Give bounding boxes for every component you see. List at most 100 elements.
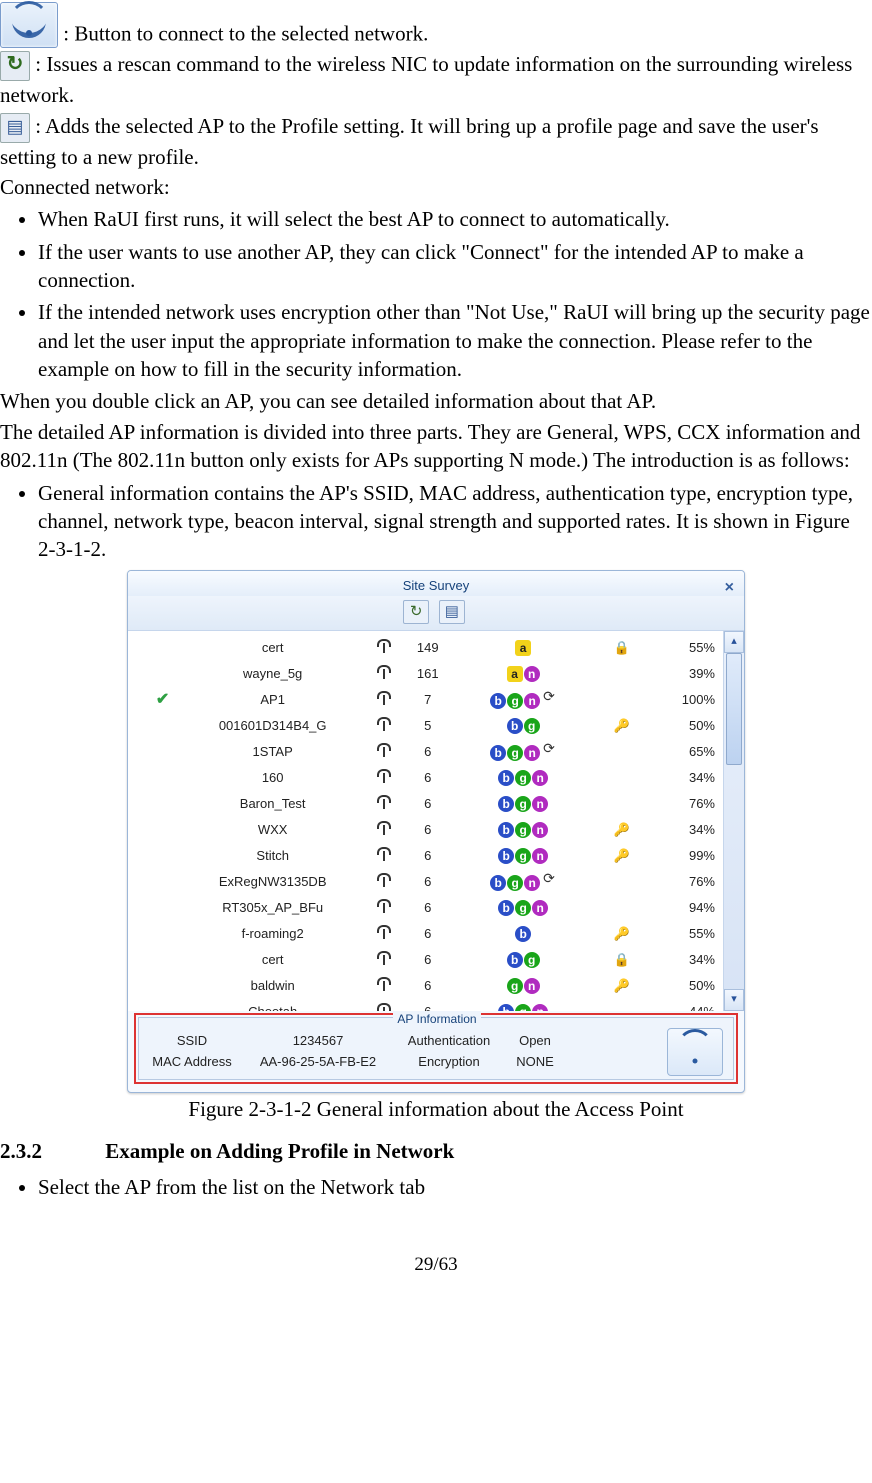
ap-row[interactable]: Cheetah6bgn44% xyxy=(146,999,719,1011)
antenna-icon xyxy=(377,977,391,991)
key-icon: 🔑 xyxy=(614,848,630,863)
wps-icon xyxy=(543,873,557,887)
mode-n-badge: n xyxy=(524,875,540,891)
ap-info-legend: AP Information xyxy=(393,1011,480,1027)
ap-channel: 6 xyxy=(402,817,454,843)
ap-ssid: 1STAP xyxy=(179,739,366,765)
window-title: Site Survey xyxy=(403,578,469,593)
ap-row[interactable]: cert149a🔒55% xyxy=(146,635,719,661)
toolbar-add-profile-button[interactable]: ▤ xyxy=(439,600,465,624)
ap-ssid: WXX xyxy=(179,817,366,843)
ap-modes: b xyxy=(454,921,594,947)
ap-modes: bgn xyxy=(454,765,594,791)
ap-modes: an xyxy=(454,661,594,687)
add-profile-icon xyxy=(0,113,30,143)
connected-bullet-item: If the user wants to use another AP, the… xyxy=(38,238,872,295)
scroll-up-button[interactable]: ▴ xyxy=(724,631,744,653)
ap-row[interactable]: wayne_5g161an39% xyxy=(146,661,719,687)
mode-b-badge: b xyxy=(490,693,506,709)
ap-info-connect-button[interactable] xyxy=(667,1028,723,1076)
ap-channel: 161 xyxy=(402,661,454,687)
auth-label: Authentication xyxy=(399,1032,499,1050)
ap-security: 🔑 xyxy=(593,843,650,869)
ap-signal: 100% xyxy=(650,687,719,713)
mode-b-badge: b xyxy=(507,952,523,968)
ap-ssid: 001601D314B4_G xyxy=(179,713,366,739)
ap-row[interactable]: RT305x_AP_BFu6bgn94% xyxy=(146,895,719,921)
enc-label: Encryption xyxy=(399,1053,499,1071)
antenna-icon xyxy=(377,691,391,705)
mode-n-badge: n xyxy=(524,745,540,761)
ap-row[interactable]: Baron_Test6bgn76% xyxy=(146,791,719,817)
enc-value: NONE xyxy=(505,1053,565,1071)
add-profile-desc: : Adds the selected AP to the Profile se… xyxy=(0,114,819,169)
ap-row[interactable]: 1STAP6bgn65% xyxy=(146,739,719,765)
ap-modes: bg xyxy=(454,947,594,973)
figure-caption: Figure 2-3-1-2 General information about… xyxy=(0,1095,872,1123)
ap-ssid: 160 xyxy=(179,765,366,791)
mode-n-badge: n xyxy=(532,900,548,916)
window-titlebar: Site Survey × xyxy=(128,571,744,597)
scroll-thumb[interactable] xyxy=(726,653,742,765)
antenna-icon xyxy=(377,639,391,653)
ap-row[interactable]: ✔AP17bgn100% xyxy=(146,687,719,713)
ap-ssid: AP1 xyxy=(179,687,366,713)
mode-g-badge: g xyxy=(515,900,531,916)
ap-signal: 76% xyxy=(650,791,719,817)
general-info-item: General information contains the AP's SS… xyxy=(38,479,872,564)
ap-security: 🔒 xyxy=(593,635,650,661)
ap-row[interactable]: f-roaming26b🔑55% xyxy=(146,921,719,947)
scrollbar[interactable]: ▴ ▾ xyxy=(723,631,744,1011)
ap-security xyxy=(593,661,650,687)
ap-modes: bgn xyxy=(454,895,594,921)
ap-security: 🔑 xyxy=(593,713,650,739)
ap-signal: 34% xyxy=(650,947,719,973)
ap-security xyxy=(593,895,650,921)
antenna-icon xyxy=(377,665,391,679)
auth-value: Open xyxy=(505,1032,565,1050)
ap-row[interactable]: WXX6bgn🔑34% xyxy=(146,817,719,843)
connected-bullet-item: When RaUI first runs, it will select the… xyxy=(38,205,872,233)
ap-signal: 50% xyxy=(650,973,719,999)
ap-security: 🔑 xyxy=(593,973,650,999)
ap-list[interactable]: cert149a🔒55%wayne_5g161an39%✔AP17bgn100%… xyxy=(146,635,719,1011)
ap-security xyxy=(593,765,650,791)
mode-g-badge: g xyxy=(507,978,523,994)
close-button[interactable]: × xyxy=(725,577,734,599)
ap-channel: 149 xyxy=(402,635,454,661)
connect-desc: : Button to connect to the selected netw… xyxy=(63,22,428,46)
ssid-label: SSID xyxy=(147,1032,237,1050)
key-icon: 🔑 xyxy=(614,718,630,733)
section-bullets: Select the AP from the list on the Netwo… xyxy=(0,1173,872,1201)
ap-modes: bgn xyxy=(454,817,594,843)
toolbar-rescan-button[interactable]: ↻ xyxy=(403,600,429,624)
antenna-icon xyxy=(377,873,391,887)
ap-row[interactable]: Stitch6bgn🔑99% xyxy=(146,843,719,869)
ap-row[interactable]: baldwin6gn🔑50% xyxy=(146,973,719,999)
ap-row[interactable]: 1606bgn34% xyxy=(146,765,719,791)
mode-b-badge: b xyxy=(490,875,506,891)
mode-n-badge: n xyxy=(524,693,540,709)
antenna-icon xyxy=(377,743,391,757)
mode-a-badge: a xyxy=(515,640,531,656)
lock-icon: 🔒 xyxy=(614,952,630,967)
scroll-down-button[interactable]: ▾ xyxy=(724,989,744,1011)
rescan-icon xyxy=(0,51,30,81)
ap-modes: bgn xyxy=(454,791,594,817)
ap-row[interactable]: 001601D314B4_G5bg🔑50% xyxy=(146,713,719,739)
mode-b-badge: b xyxy=(498,770,514,786)
general-info-bullet: General information contains the AP's SS… xyxy=(0,479,872,564)
antenna-icon xyxy=(377,821,391,835)
mode-g-badge: g xyxy=(507,693,523,709)
ap-row[interactable]: cert6bg🔒34% xyxy=(146,947,719,973)
ap-ssid: Stitch xyxy=(179,843,366,869)
wps-icon xyxy=(543,691,557,705)
mode-b-badge: b xyxy=(498,822,514,838)
ap-ssid: baldwin xyxy=(179,973,366,999)
ap-signal: 55% xyxy=(650,921,719,947)
mode-n-badge: n xyxy=(532,822,548,838)
wps-icon xyxy=(543,743,557,757)
ap-row[interactable]: ExRegNW3135DB6bgn76% xyxy=(146,869,719,895)
ap-channel: 7 xyxy=(402,687,454,713)
connected-network-bullets: When RaUI first runs, it will select the… xyxy=(0,205,872,383)
